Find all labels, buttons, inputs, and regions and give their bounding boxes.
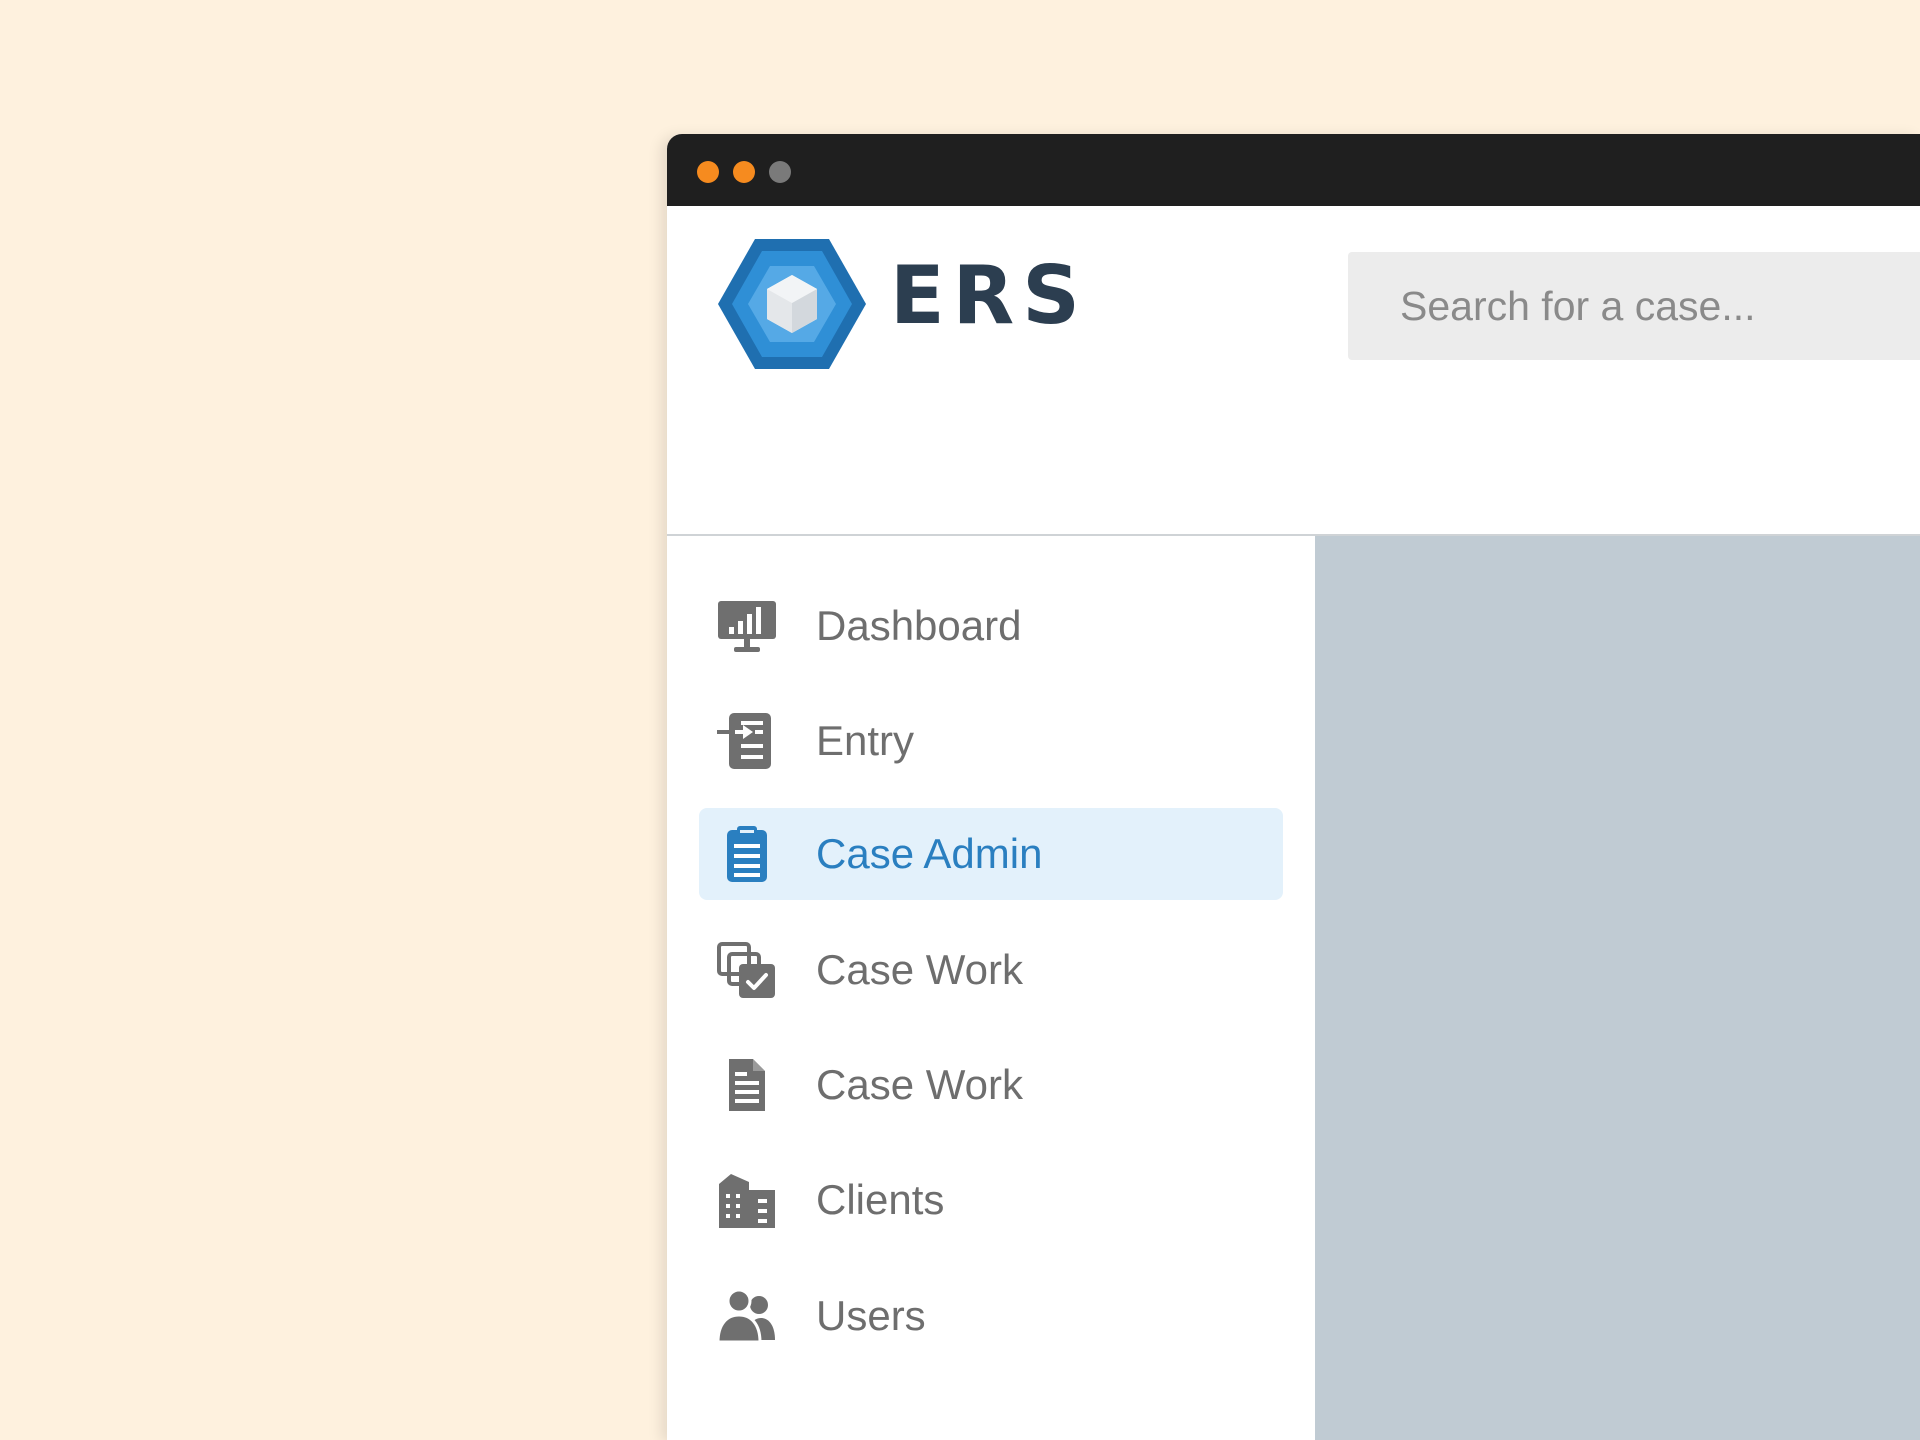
sidebar-item-case-work-documents[interactable]: Case Work bbox=[699, 1039, 1283, 1131]
sidebar-item-label: Dashboard bbox=[816, 602, 1022, 649]
entry-document-icon bbox=[717, 713, 771, 769]
sidebar-item-label: Case Work bbox=[816, 946, 1023, 993]
sidebar-item-case-admin[interactable]: Case Admin bbox=[699, 808, 1283, 900]
copy-check-icon bbox=[717, 942, 775, 998]
dashboard-monitor-icon bbox=[718, 601, 776, 652]
window-zoom-button[interactable] bbox=[769, 161, 791, 183]
sidebar-item-dashboard[interactable]: Dashboard bbox=[699, 580, 1283, 672]
sidebar-item-label: Case Admin bbox=[816, 830, 1043, 877]
brand-name: ERS bbox=[890, 249, 1088, 342]
window-minimize-button[interactable] bbox=[733, 161, 755, 183]
window-titlebar bbox=[667, 134, 1920, 206]
clipboard-icon bbox=[727, 826, 767, 882]
sidebar-item-clients[interactable]: Clients bbox=[699, 1154, 1283, 1246]
building-icon bbox=[719, 1174, 775, 1228]
sidebar-nav: Dashboard Entry Case Admin Case Work Cas… bbox=[667, 536, 1315, 1440]
main-content-area bbox=[1315, 536, 1920, 1440]
sidebar-item-label: Users bbox=[816, 1292, 926, 1339]
document-icon bbox=[729, 1059, 765, 1111]
sidebar-item-entry[interactable]: Entry bbox=[699, 695, 1283, 787]
window-close-button[interactable] bbox=[697, 161, 719, 183]
sidebar-item-label: Case Work bbox=[816, 1061, 1023, 1108]
sidebar-item-users[interactable]: Users bbox=[699, 1270, 1283, 1362]
sidebar-item-label: Entry bbox=[816, 717, 915, 764]
users-icon bbox=[717, 1288, 775, 1344]
hexagon-cube-logo[interactable] bbox=[718, 239, 866, 369]
sidebar-item-label: Clients bbox=[816, 1176, 945, 1223]
app-window: ERS Dashboard bbox=[667, 134, 1920, 1440]
search-input[interactable] bbox=[1348, 252, 1920, 360]
sidebar-item-case-work[interactable]: Case Work bbox=[699, 924, 1283, 1016]
app-header: ERS bbox=[667, 206, 1920, 536]
